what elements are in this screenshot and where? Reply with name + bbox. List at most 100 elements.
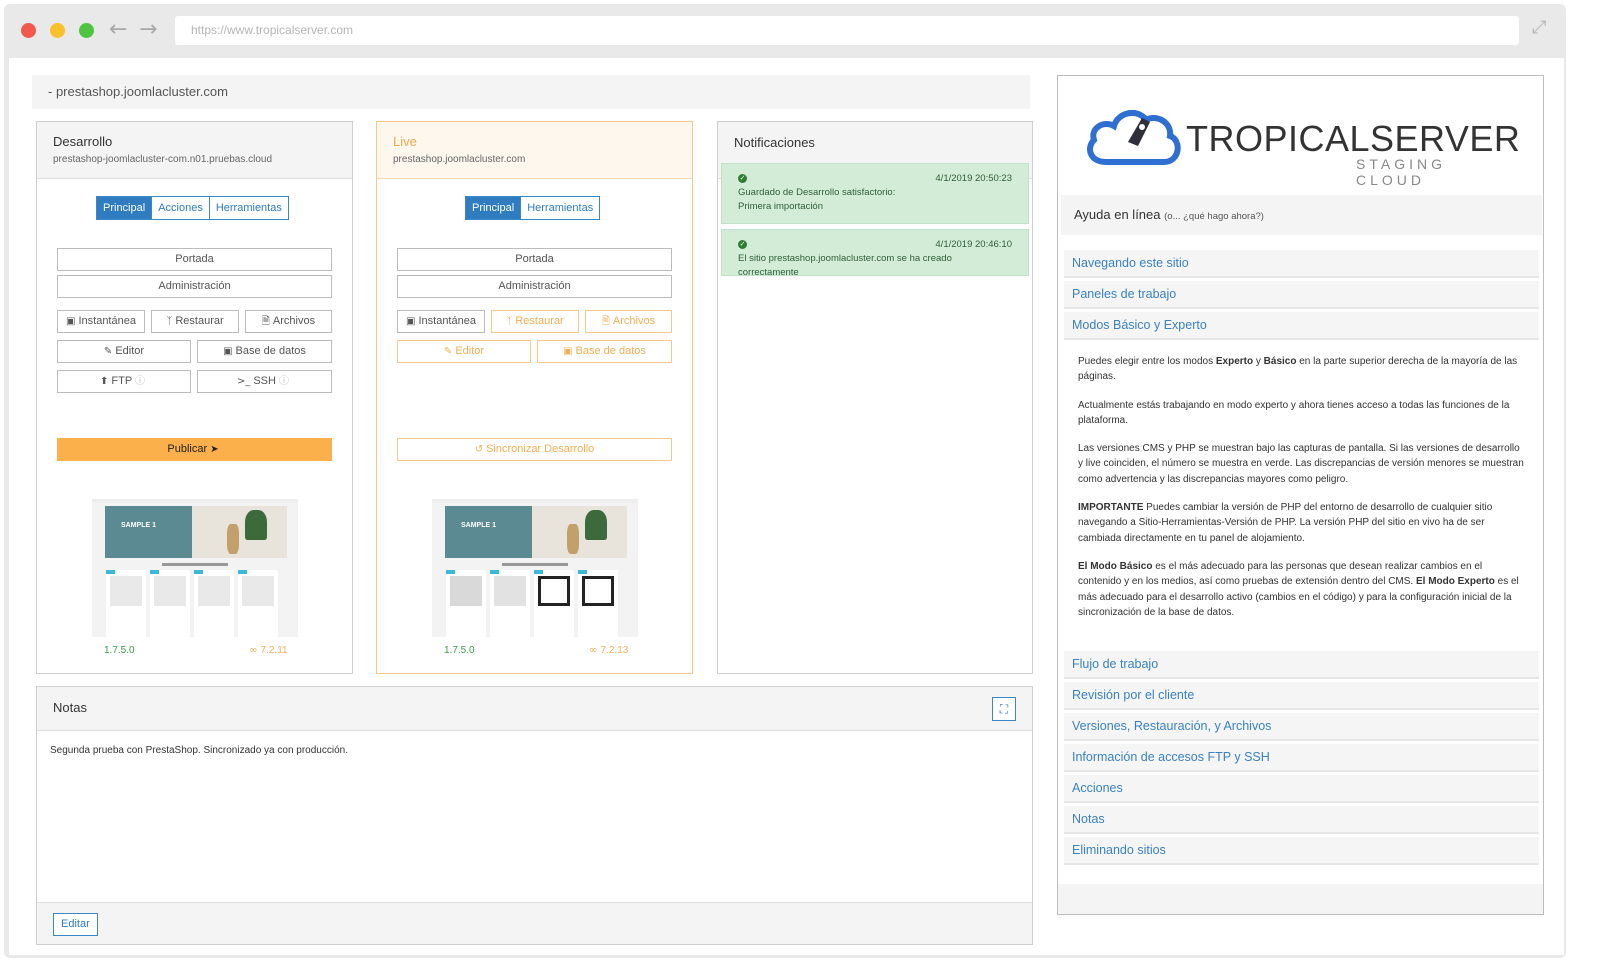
branch-icon: ᛉ (506, 316, 513, 327)
terminal-icon: >_ (236, 376, 251, 387)
base-datos-button[interactable]: ▣ Base de datos (197, 340, 332, 363)
help-bold-text: IMPORTANTE (1078, 502, 1144, 514)
forward-arrow-icon[interactable]: → (139, 18, 157, 42)
notifications-title: Notificaciones (734, 135, 815, 150)
info-icon: ⓘ (279, 376, 290, 387)
tab-acciones[interactable]: Acciones (151, 196, 210, 220)
back-arrow-icon[interactable]: ← (109, 18, 127, 42)
help-item-versiones[interactable]: Versiones, Restauración, y Archivos (1064, 713, 1539, 741)
dev-panel: Desarrollo prestashop-joomlacluster-com.… (36, 121, 353, 674)
sincronizar-button[interactable]: ↺ Sincronizar Desarrollo (397, 438, 672, 461)
dev-cms-version: 1.7.5.0 (104, 645, 135, 656)
thumb-tag (490, 570, 499, 574)
administracion-button[interactable]: Administración (397, 275, 672, 298)
close-window-button[interactable] (21, 23, 36, 38)
help-item-flujo[interactable]: Flujo de trabajo (1064, 651, 1539, 679)
live-cms-version: 1.7.5.0 (444, 645, 475, 656)
thumb-tag (238, 570, 247, 574)
ftp-button[interactable]: ⬆ FTP ⓘ (57, 370, 191, 393)
editor-button[interactable]: ✎ Editor (57, 340, 191, 363)
dev-panel-header: Desarrollo prestashop-joomlacluster-com.… (37, 122, 352, 179)
help-paragraph: Actualmente estás trabajando en modo exp… (1078, 399, 1510, 426)
administracion-button[interactable]: Administración (57, 275, 332, 298)
portada-button[interactable]: Portada (57, 248, 332, 271)
notification-item: ✓ 4/1/2019 20:46:10 El sitio prestashop.… (721, 229, 1029, 278)
archivos-button[interactable]: 🗎 Archivos (585, 310, 672, 333)
thumb-product-card (150, 570, 190, 637)
editor-label: Editor (455, 345, 485, 357)
live-screenshot[interactable]: SAMPLE 1 (432, 479, 638, 637)
help-item-modos[interactable]: Modos Básico y Experto (1064, 312, 1539, 340)
thumb-product-card (534, 570, 574, 637)
restaurar-button[interactable]: ᛉ Restaurar (151, 310, 239, 333)
editor-label: Editor (115, 345, 145, 357)
upload-icon: ⬆ (99, 376, 109, 387)
ssh-label: SSH (253, 375, 276, 387)
thumb-heading (502, 563, 568, 566)
restaurar-button[interactable]: ᛉ Restaurar (491, 310, 579, 333)
notification-message: El sitio prestashop.joomlacluster.com se… (738, 253, 952, 278)
logo-main-text: TROPICALSERVER (1186, 118, 1521, 159)
thumb-heading (162, 563, 228, 566)
live-panel-header: Live prestashop.joomlacluster.com (377, 122, 692, 179)
database-icon: ▣ (223, 346, 233, 357)
tab-herramientas[interactable]: Herramientas (208, 196, 289, 220)
tab-principal[interactable]: Principal (96, 196, 153, 220)
editor-button[interactable]: ✎ Editor (397, 340, 531, 363)
maximize-window-button[interactable] (79, 23, 94, 38)
edit-notes-button[interactable]: Editar (53, 913, 98, 936)
dev-tabs: Principal Acciones Herramientas (96, 196, 289, 220)
dev-screenshot[interactable]: SAMPLE 1 (92, 479, 298, 637)
help-text: Puedes elegir entre los modos (1078, 356, 1216, 367)
expand-icon[interactable]: ⤢ (1532, 18, 1552, 38)
publicar-label: Publicar (167, 443, 208, 455)
file-icon: 🗎 (601, 316, 610, 327)
help-panel: TROPICALSERVER STAGING CLOUD Ayuda en lí… (1057, 75, 1544, 915)
live-tabs: Principal Herramientas (465, 196, 601, 220)
thumb-tag (106, 570, 115, 574)
arrow-circle-left-icon: ↺ (474, 444, 484, 455)
camera-icon: ▣ (66, 316, 76, 327)
help-item-eliminando[interactable]: Eliminando sitios (1064, 837, 1539, 865)
help-bold-text: Básico (1263, 356, 1297, 367)
help-item-revision[interactable]: Revisión por el cliente (1064, 682, 1539, 710)
help-item-paneles[interactable]: Paneles de trabajo (1064, 281, 1539, 309)
thumb-vase (227, 524, 239, 554)
edit-icon: ✎ (103, 346, 113, 357)
url-bar[interactable]: https://www.tropicalserver.com (175, 16, 1519, 45)
thumb-product-card (446, 570, 486, 637)
publicar-button[interactable]: Publicar ➤ (57, 438, 332, 461)
portada-button[interactable]: Portada (397, 248, 672, 271)
help-item-navegando[interactable]: Navegando este sitio (1064, 250, 1539, 278)
dev-subtitle: prestashop-joomlacluster-com.n01.pruebas… (53, 154, 273, 165)
help-item-notas[interactable]: Notas (1064, 806, 1539, 834)
help-paragraph: Puedes elegir entre los modos Experto y … (1078, 354, 1525, 385)
tab-principal[interactable]: Principal (465, 196, 522, 220)
notes-panel: Notas ⛶ Segunda prueba con PrestaShop. S… (36, 686, 1033, 945)
thumb-product-image (494, 576, 526, 606)
instantanea-button[interactable]: ▣ Instantánea (397, 310, 485, 333)
help-paragraph: El Modo Básico es el más adecuado para l… (1078, 559, 1525, 620)
archivos-button[interactable]: 🗎 Archivos (245, 310, 332, 333)
tab-herramientas[interactable]: Herramientas (520, 196, 601, 220)
notification-line2: Primera importación (738, 201, 823, 212)
tropicalserver-logo: TROPICALSERVER STAGING CLOUD (1084, 100, 1520, 188)
help-item-acciones[interactable]: Acciones (1064, 775, 1539, 803)
ssh-button[interactable]: >_ SSH ⓘ (197, 370, 332, 393)
help-body: Puedes elegir entre los modos Experto y … (1064, 344, 1539, 648)
thumb-banner-text: SAMPLE 1 (121, 522, 157, 529)
fullscreen-icon[interactable]: ⛶ (992, 697, 1016, 721)
archivos-label: Archivos (272, 315, 316, 327)
database-icon: ▣ (563, 346, 573, 357)
live-subtitle: prestashop.joomlacluster.com (393, 154, 526, 165)
thumb-product-card (578, 570, 618, 637)
instantanea-button[interactable]: ▣ Instantánea (57, 310, 145, 333)
base-datos-button[interactable]: ▣ Base de datos (537, 340, 672, 363)
thumb-topbar (432, 479, 638, 499)
minimize-window-button[interactable] (50, 23, 65, 38)
thumb-product-card (194, 570, 234, 637)
thumb-product-image (110, 576, 142, 606)
thumb-banner-photo (532, 506, 627, 558)
thumb-tag (194, 570, 203, 574)
help-item-ftp-ssh[interactable]: Información de accesos FTP y SSH (1064, 744, 1539, 772)
